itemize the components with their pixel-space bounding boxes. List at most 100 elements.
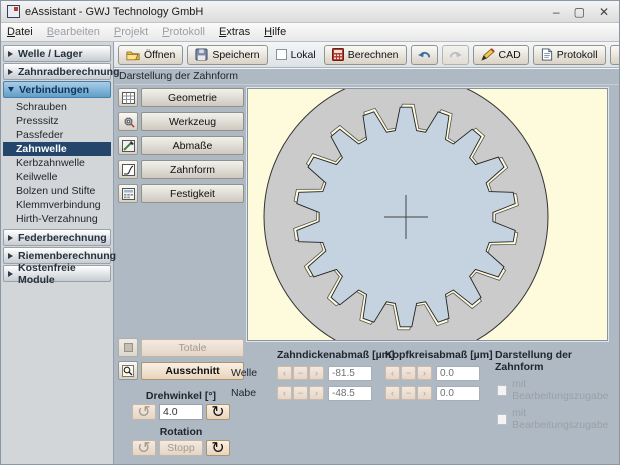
- lokal-checkbox[interactable]: [276, 49, 287, 60]
- maximize-button[interactable]: ▢: [574, 6, 585, 18]
- cad-pencil-icon: [481, 48, 495, 61]
- nabe-thickness-prev-button: ‹: [277, 386, 292, 400]
- chevron-right-icon: [8, 235, 13, 241]
- bearbeitungszugabe-checkbox-2-group: mit Bearbeitungszugabe: [497, 407, 615, 431]
- sidebar-section-verbindungen[interactable]: Verbindungen: [3, 81, 111, 98]
- tolerance-controls: Zahndickenabmaß [µm] Kopfkreisabmaß [µm]…: [231, 348, 615, 431]
- bearbeitungszugabe-checkbox-1-group: mit Bearbeitungszugabe: [497, 378, 615, 402]
- sidebar-section-zahnradberechnung[interactable]: Zahnradberechnung: [3, 63, 111, 80]
- totale-icon-button: [118, 338, 138, 357]
- rotation-cw-button[interactable]: ↻: [206, 440, 230, 456]
- ausschnitt-button[interactable]: Ausschnitt: [141, 362, 244, 380]
- zahndicken-header: Zahndickenabmaß [µm]: [277, 349, 373, 361]
- nabe-row-label: Nabe: [231, 387, 265, 399]
- sidebar-item-passfeder[interactable]: Passfeder: [3, 128, 111, 142]
- close-button[interactable]: ✕: [599, 6, 609, 18]
- ausschnitt-icon-button[interactable]: [118, 361, 138, 380]
- nabe-thickness-input[interactable]: [328, 386, 372, 401]
- geometrie-button[interactable]: Geometrie: [141, 88, 244, 107]
- sidebar-item-presssitz[interactable]: Presssitz: [3, 114, 111, 128]
- bearbeitungszugabe-checkbox-1: [497, 385, 507, 396]
- chevron-right-icon: [8, 253, 13, 259]
- display-options-title: Darstellung der Zahnform: [495, 349, 615, 373]
- nabe-tip-prev-button: ‹: [385, 386, 400, 400]
- welle-thickness-prev-button: ‹: [277, 366, 292, 380]
- redo-button: [442, 45, 469, 65]
- wrench-icon: [618, 48, 619, 61]
- welle-tip-next-button: ›: [417, 366, 432, 380]
- werkzeug-icon-button[interactable]: [118, 112, 138, 131]
- undo-icon: [417, 49, 432, 61]
- open-button[interactable]: Öffnen: [118, 45, 183, 65]
- welle-thickness-next-button: ›: [309, 366, 324, 380]
- open-folder-icon: [126, 49, 140, 61]
- floppy-disk-icon: [195, 48, 208, 61]
- welle-tip-input[interactable]: [436, 366, 480, 381]
- sidebar-item-keilwelle[interactable]: Keilwelle: [3, 170, 111, 184]
- verbindungen-items: Schrauben Presssitz Passfeder Zahnwelle …: [3, 100, 111, 226]
- gear-drawing-canvas[interactable]: [247, 88, 608, 341]
- app-icon: [7, 5, 20, 18]
- module-sidebar: Welle / Lager Zahnradberechnung Verbindu…: [1, 42, 114, 464]
- drehwinkel-label: Drehwinkel [°]: [118, 390, 244, 402]
- save-button[interactable]: Speichern: [187, 45, 267, 65]
- sidebar-item-schrauben[interactable]: Schrauben: [3, 100, 111, 114]
- welle-tip-mid-button: −: [401, 366, 416, 380]
- tolerance-sheet-icon: [122, 140, 135, 152]
- welle-row-label: Welle: [231, 367, 265, 379]
- rotate-cw-button[interactable]: ↻: [206, 404, 230, 420]
- werkzeug-button[interactable]: Werkzeug: [141, 112, 244, 131]
- titlebar: eAssistant - GWJ Technology GmbH – ▢ ✕: [1, 1, 619, 23]
- document-icon: [541, 48, 553, 61]
- view-controls: Geometrie Werkzeug Abmaße: [118, 88, 244, 464]
- magnifier-icon: [122, 365, 134, 377]
- nabe-thickness-next-button: ›: [309, 386, 324, 400]
- grid-table-icon: [122, 92, 135, 104]
- festigkeit-button[interactable]: Festigkeit: [141, 184, 244, 203]
- bearbeitungszugabe-checkbox-2: [497, 414, 507, 425]
- rotation-label: Rotation: [118, 426, 244, 438]
- menu-protokoll: Protokoll: [162, 26, 205, 38]
- tooth-profile-curve-icon: [122, 164, 135, 176]
- calculator-icon: [332, 48, 344, 61]
- display-options-group: Darstellung der Zahnform mit Bearbeitung…: [495, 348, 615, 431]
- menu-projekt: Projekt: [114, 26, 148, 38]
- cad-button[interactable]: CAD: [473, 45, 529, 65]
- festigkeit-icon-button[interactable]: [118, 184, 138, 203]
- sidebar-item-bolzen-und-stifte[interactable]: Bolzen und Stifte: [3, 184, 111, 198]
- panel-title: Darstellung der Zahnform: [114, 68, 619, 85]
- menu-hilfe[interactable]: Hilfe: [264, 26, 286, 38]
- menu-extras[interactable]: Extras: [219, 26, 250, 38]
- stopp-button: Stopp: [159, 440, 203, 456]
- sidebar-item-kerbzahnwelle[interactable]: Kerbzahnwelle: [3, 156, 111, 170]
- abmasse-button[interactable]: Abmaße: [141, 136, 244, 155]
- abmasse-icon-button[interactable]: [118, 136, 138, 155]
- sidebar-section-welle-lager[interactable]: Welle / Lager: [3, 45, 111, 62]
- lokal-checkbox-group[interactable]: Lokal: [272, 49, 320, 61]
- sidebar-item-klemmverbindung[interactable]: Klemmverbindung: [3, 198, 111, 212]
- protocol-button[interactable]: Protokoll: [533, 45, 606, 65]
- gear-section-drawing: [248, 89, 607, 340]
- chevron-right-icon: [8, 69, 13, 75]
- zahnform-button[interactable]: Zahnform: [141, 160, 244, 179]
- redo-icon: [448, 49, 463, 61]
- menubar: Datei Bearbeiten Projekt Protokoll Extra…: [1, 23, 619, 42]
- undo-button[interactable]: [411, 45, 438, 65]
- minimize-button[interactable]: –: [553, 6, 560, 18]
- menu-datei[interactable]: Datei: [7, 26, 33, 38]
- welle-thickness-input[interactable]: [328, 366, 372, 381]
- geometrie-icon-button[interactable]: [118, 88, 138, 107]
- nabe-tip-input[interactable]: [436, 386, 480, 401]
- sidebar-item-hirth-verzahnung[interactable]: Hirth-Verzahnung: [3, 212, 111, 226]
- nabe-tip-next-button: ›: [417, 386, 432, 400]
- settings-button[interactable]: Einstellungen: [610, 45, 619, 65]
- nabe-tip-mid-button: −: [401, 386, 416, 400]
- drehwinkel-input[interactable]: [159, 404, 203, 420]
- sidebar-item-zahnwelle[interactable]: Zahnwelle: [3, 142, 111, 156]
- welle-thickness-mid-button: −: [293, 366, 308, 380]
- calculate-button[interactable]: Berechnen: [324, 45, 407, 65]
- sidebar-section-kostenfreie-module[interactable]: Kostenfreie Module: [3, 265, 111, 282]
- zahnform-icon-button[interactable]: [118, 160, 138, 179]
- menu-bearbeiten: Bearbeiten: [47, 26, 100, 38]
- sidebar-section-federberechnung[interactable]: Federberechnung: [3, 229, 111, 246]
